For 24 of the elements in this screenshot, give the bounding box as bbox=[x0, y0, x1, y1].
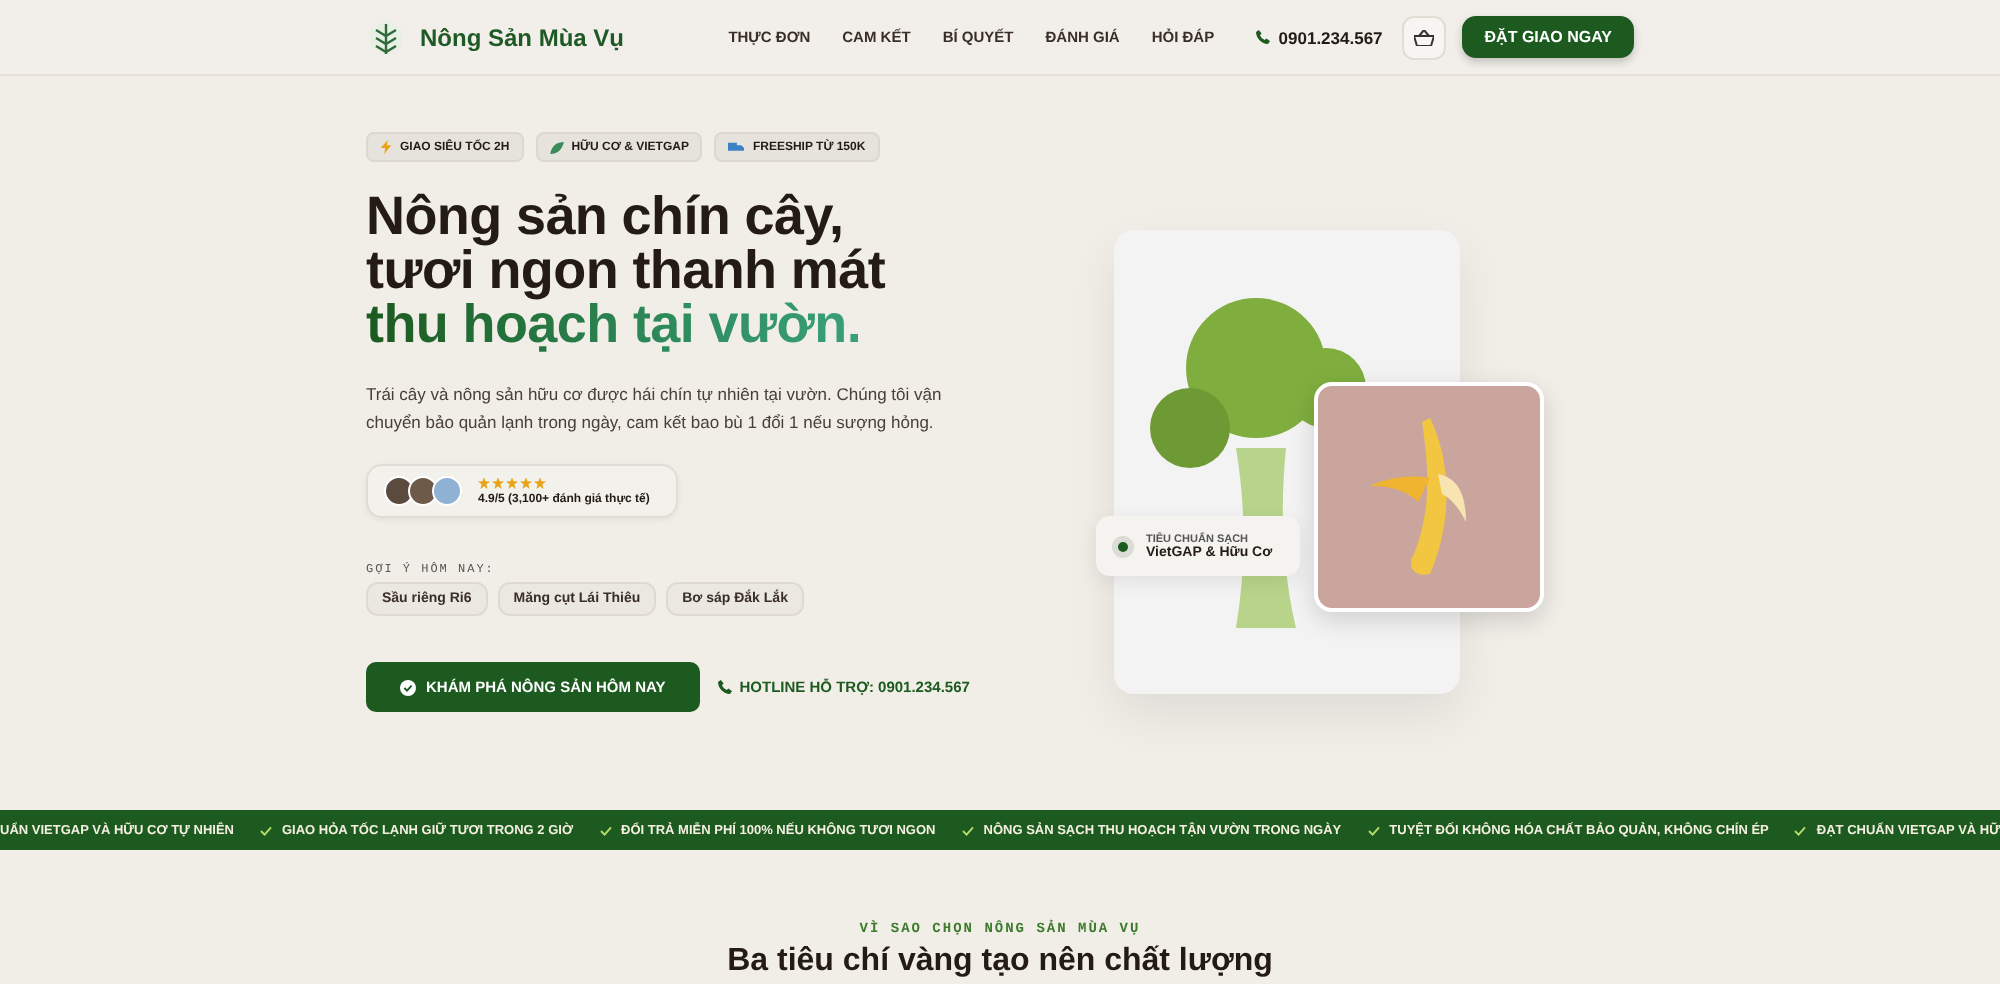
avatar bbox=[384, 476, 414, 506]
cart-button[interactable] bbox=[1402, 15, 1447, 59]
brand-name: Nông Sản Mùa Vụ bbox=[420, 23, 624, 51]
check-icon bbox=[961, 825, 974, 835]
order-button[interactable]: ĐẶT GIAO NGAY bbox=[1462, 16, 1634, 58]
phone-icon bbox=[1256, 30, 1271, 44]
lightning-icon bbox=[380, 140, 392, 154]
hero-description: Trái cây và nông sản hữu cơ được hái chín tự nhiên tại vườn. Chúng tôi vận chuyển bảo quản lạnh trong ngày, cam kết bao bù 1 đổi 1 nếu sượng hỏng. bbox=[366, 382, 944, 436]
logo-icon bbox=[366, 17, 406, 57]
phone-number: 0901.234.567 bbox=[1256, 27, 1383, 47]
avatar bbox=[408, 476, 438, 506]
check-icon bbox=[599, 825, 612, 835]
check-icon bbox=[1794, 825, 1807, 835]
hero-headline: Nông sản chín cây, tươi ngon thanh mát thu hoạch tại vườn. bbox=[366, 190, 888, 352]
phone-icon bbox=[717, 680, 732, 694]
check-icon bbox=[260, 825, 272, 835]
basket-icon bbox=[1414, 29, 1435, 45]
check-icon bbox=[1367, 825, 1380, 835]
avatar bbox=[432, 476, 462, 506]
check-circle-icon bbox=[400, 679, 416, 695]
leaf-icon bbox=[549, 141, 564, 153]
truck-icon bbox=[728, 141, 745, 153]
section-title: Ba tiêu chí vàng tạo nên chất lượng bbox=[727, 944, 1273, 980]
status-dot bbox=[1112, 535, 1134, 557]
